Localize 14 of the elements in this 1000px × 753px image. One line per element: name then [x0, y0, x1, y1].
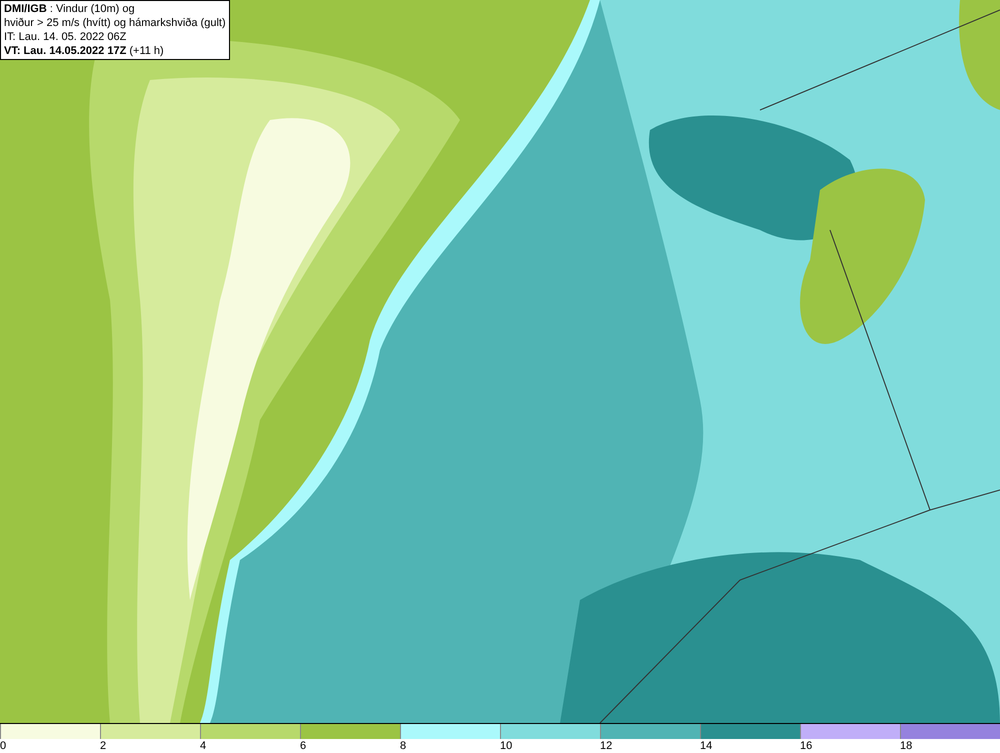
info-text: IT: Lau. 14. 05. 2022 06Z [4, 30, 128, 44]
legend-label: 2 [100, 739, 106, 753]
legend-label: 0 [0, 739, 6, 753]
legend-label: 8 [400, 739, 406, 753]
legend-label: 4 [200, 739, 206, 753]
legend-label: 12 [600, 739, 612, 753]
info-text: VT: Lau. 14.05.2022 17Z (+11 h) [4, 44, 165, 58]
legend-label: 16 [800, 739, 812, 753]
info-text: hviður > 25 m/s (hvítt) og hámarkshviða (gult) [4, 16, 226, 30]
legend-label: 14 [700, 739, 712, 753]
legend-label: 10 [500, 739, 512, 753]
legend-label: 6 [300, 739, 306, 753]
info-text: DMI/IGB : Vindur (10m) og [4, 2, 136, 16]
legend-label: 18 [900, 739, 912, 753]
